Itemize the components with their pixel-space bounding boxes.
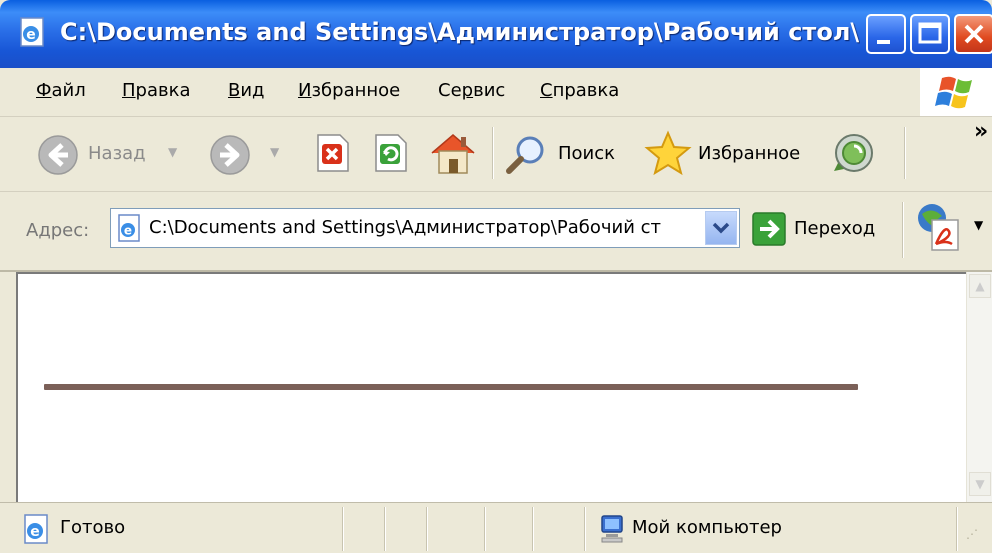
search-button[interactable]: Поиск: [504, 131, 634, 177]
status-bar: e Готово Мой компьютер ⋰: [0, 502, 992, 553]
favorites-button[interactable]: Избранное: [642, 129, 826, 177]
resize-grip-icon[interactable]: ⋰: [966, 527, 978, 541]
svg-text:e: e: [26, 27, 36, 43]
status-divider: [584, 507, 586, 551]
status-zone: Мой компьютер: [632, 517, 782, 538]
windows-logo: [920, 68, 992, 116]
search-label: Поиск: [558, 143, 616, 164]
menu-help[interactable]: Справка: [540, 80, 619, 101]
address-label: Адрес:: [26, 220, 90, 241]
horizontal-rule: [44, 384, 858, 390]
status-divider: [384, 507, 386, 551]
address-value[interactable]: C:\Documents and Settings\Администратор\…: [149, 217, 699, 238]
standard-toolbar: Назад ▼ ▼ Поиск Избранное »: [0, 117, 992, 192]
status-divider: [532, 507, 534, 551]
svg-text:e: e: [124, 224, 132, 238]
stop-icon: [310, 134, 354, 180]
menu-bar: Файл Правка Вид Избранное Сервис Справка: [0, 68, 992, 117]
media-button[interactable]: [830, 129, 880, 177]
toolbar-separator: [492, 127, 494, 179]
address-input[interactable]: e C:\Documents and Settings\Администрато…: [110, 208, 740, 248]
maximize-button[interactable]: [910, 14, 950, 54]
address-dropdown-button[interactable]: [705, 211, 737, 245]
forward-dropdown-icon[interactable]: ▼: [270, 145, 279, 159]
close-button[interactable]: [954, 14, 992, 54]
status-divider: [484, 507, 486, 551]
ie-page-icon: e: [115, 213, 145, 248]
status-divider: [956, 507, 958, 551]
menu-edit[interactable]: Правка: [122, 80, 191, 101]
media-icon: [830, 134, 878, 182]
pdf-dropdown-icon[interactable]: ▼: [974, 218, 983, 232]
minimize-button[interactable]: [866, 14, 906, 54]
back-label: Назад: [88, 143, 146, 164]
go-label: Переход: [794, 218, 876, 239]
star-icon: [642, 129, 694, 182]
home-button[interactable]: [428, 129, 480, 177]
menu-tools[interactable]: Сервис: [438, 80, 505, 101]
menu-favorites[interactable]: Избранное: [298, 80, 400, 101]
favorites-label: Избранное: [698, 143, 801, 164]
go-arrow-icon: [752, 212, 786, 251]
status-divider: [342, 507, 344, 551]
computer-icon: [598, 513, 626, 550]
back-button[interactable]: Назад ▼: [36, 131, 186, 177]
svg-text:e: e: [30, 524, 40, 540]
toolbar-separator: [904, 127, 906, 179]
menu-view[interactable]: Вид: [228, 80, 265, 101]
home-icon: [428, 134, 478, 182]
refresh-icon: [368, 134, 412, 180]
stop-button[interactable]: [310, 131, 356, 177]
back-dropdown-icon[interactable]: ▼: [168, 145, 177, 159]
toolbar-separator: [902, 202, 904, 258]
pdf-button[interactable]: ▼: [914, 200, 988, 254]
title-bar[interactable]: e C:\Documents and Settings\Администрато…: [0, 0, 992, 68]
menu-file[interactable]: Файл: [36, 80, 86, 101]
status-divider: [426, 507, 428, 551]
ie-page-icon: e: [20, 513, 52, 550]
pdf-icon: [914, 204, 968, 259]
search-icon: [504, 133, 550, 182]
scroll-down-button[interactable]: ▼: [969, 472, 991, 496]
status-text: Готово: [60, 517, 126, 538]
window-title: C:\Documents and Settings\Администратор\…: [60, 18, 860, 46]
back-arrow-icon: [36, 133, 80, 182]
browser-window: e C:\Documents and Settings\Администрато…: [0, 0, 992, 553]
go-button[interactable]: Переход: [752, 210, 892, 250]
forward-button[interactable]: ▼: [208, 131, 292, 177]
ie-page-icon: e: [16, 16, 48, 48]
toolbar-chevron[interactable]: »: [974, 119, 988, 144]
vertical-scrollbar[interactable]: ▲ ▼: [966, 272, 992, 502]
refresh-button[interactable]: [368, 131, 414, 177]
forward-arrow-icon: [208, 133, 252, 182]
address-bar: Адрес: e C:\Documents and Settings\Админ…: [0, 192, 992, 272]
page-content: [16, 272, 966, 502]
scroll-up-button[interactable]: ▲: [969, 274, 991, 298]
